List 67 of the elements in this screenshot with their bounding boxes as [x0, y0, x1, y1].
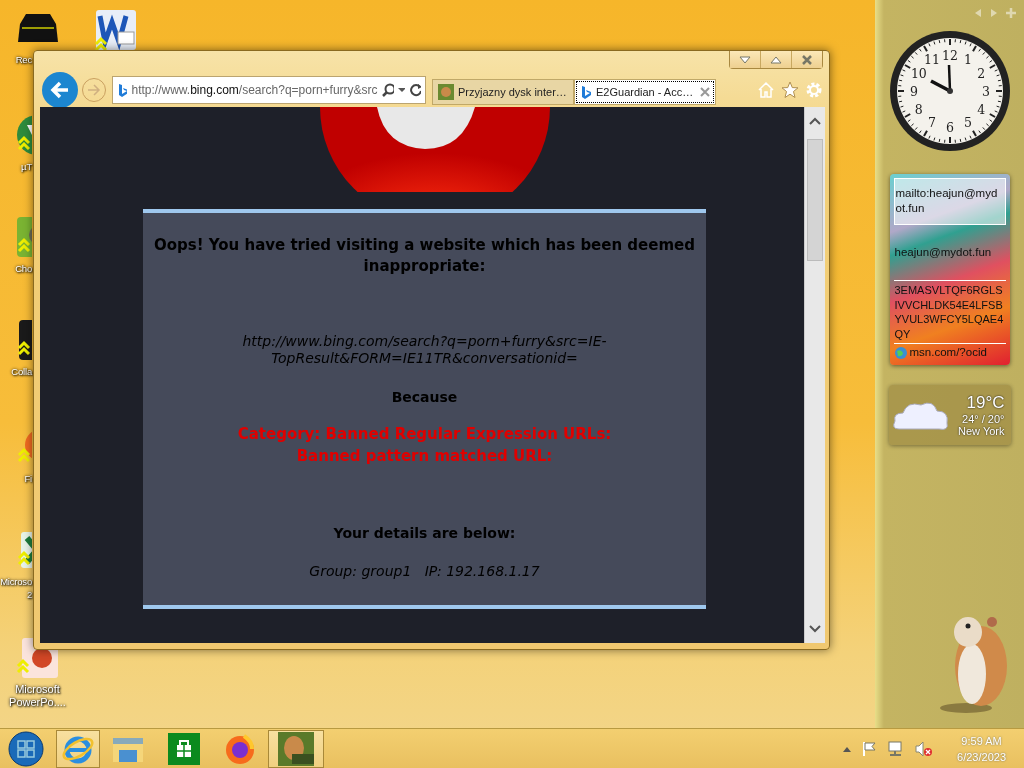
- note-text[interactable]: heajun@mydot.fun: [893, 225, 1006, 280]
- desktop-icon-label[interactable]: Colla: [11, 365, 32, 378]
- clock-numeral: 12: [941, 47, 958, 63]
- close-tab-icon[interactable]: [700, 87, 710, 97]
- clock-hands-drawing: [929, 64, 953, 94]
- clock-numeral: 6: [945, 119, 954, 135]
- back-arrow-icon: [50, 81, 70, 99]
- clock-numeral: 7: [927, 114, 936, 130]
- block-heading: Oops! You have tried visiting a website which has been deemed inappropriate:: [153, 235, 696, 277]
- clock-numeral: 5: [963, 114, 972, 130]
- browser-tab[interactable]: E2Guardian - Acc…: [574, 79, 716, 105]
- note-text[interactable]: 3EMASVLTQF6RGLSIVVCHLDK54E4LFSBYVUL3WFCY5LQAE4QY: [893, 280, 1006, 344]
- note-text[interactable]: mailto:heajun@mydot.fun: [893, 178, 1006, 225]
- browser-tab[interactable]: Przyjazny dysk inter…: [432, 79, 574, 105]
- block-reason: Banned pattern matched URL:: [296, 447, 553, 465]
- clock-numeral: 2: [976, 65, 985, 81]
- back-button[interactable]: [42, 72, 78, 108]
- details-heading: Your details are below:: [333, 525, 516, 541]
- close-icon: [801, 54, 813, 65]
- msn-link[interactable]: msn.com/?ocid: [909, 345, 987, 360]
- document-icon[interactable]: [93, 8, 138, 52]
- refresh-icon[interactable]: [408, 83, 421, 97]
- scrollbar[interactable]: [804, 107, 825, 643]
- clock-numeral: 11: [923, 52, 940, 68]
- clock-numeral: 8: [914, 101, 923, 117]
- desktop-icon-label[interactable]: Rec: [0, 53, 32, 66]
- close-button[interactable]: [791, 51, 822, 68]
- address-bar[interactable]: http://www.bing.com/search?q=porn+furry&src: [112, 76, 426, 104]
- desktop-icon-label[interactable]: µT: [21, 160, 32, 173]
- city-name: New York: [958, 425, 1005, 437]
- scroll-down-icon[interactable]: [808, 623, 822, 635]
- clock-date[interactable]: 6/23/2023: [957, 748, 1006, 765]
- minimize-icon: [739, 55, 751, 64]
- temperature: 19°C: [966, 393, 1005, 413]
- user-details: Group: group1 IP: 192.168.1.17: [309, 563, 540, 579]
- forward-arrow-icon: [87, 84, 101, 96]
- scroll-up-icon[interactable]: [808, 115, 822, 127]
- block-reason: Category: Banned Regular Expression URLs:: [237, 425, 612, 443]
- globe-icon: [893, 345, 908, 360]
- temperature-range: 24° / 20°: [962, 413, 1005, 425]
- desktop-icon-label[interactable]: Microso 2: [0, 575, 32, 601]
- maximize-button[interactable]: [760, 51, 791, 68]
- clock-time[interactable]: 9:59 AM: [961, 732, 1002, 749]
- maximize-icon: [770, 55, 782, 64]
- start-button[interactable]: [6, 728, 46, 768]
- scroll-thumb[interactable]: [807, 139, 823, 261]
- bing-logo-icon: [117, 82, 128, 98]
- desktop-icon-label[interactable]: Microsoft PowerPo....: [9, 683, 66, 709]
- clock-numeral: 10: [910, 65, 927, 81]
- bing-logo-icon: [580, 84, 592, 100]
- because-label: Because: [391, 389, 458, 405]
- desktop-icon-label[interactable]: Fi: [24, 472, 32, 485]
- app-icon[interactable]: [15, 318, 32, 362]
- clock-numeral: 4: [976, 101, 985, 117]
- desktop-icon-label[interactable]: Cho: [15, 262, 32, 275]
- clock-numeral: 1: [963, 52, 972, 68]
- clock-numeral: 3: [981, 83, 990, 99]
- show-hidden-icons-icon[interactable]: [843, 745, 852, 752]
- taskbar-button[interactable]: [268, 729, 324, 768]
- dropdown-icon[interactable]: [397, 87, 405, 93]
- blocked-url: http://www.bing.com/search?q=porn+furry&src=IE-TopResult&FORM=IE11TR&conversationid=: [241, 333, 608, 367]
- star-icon[interactable]: [781, 81, 799, 99]
- store-icon: [168, 732, 200, 765]
- flag-icon[interactable]: [861, 740, 878, 757]
- clock-numeral: 9: [909, 83, 918, 99]
- search-icon[interactable]: [381, 83, 394, 97]
- muted-speaker-icon[interactable]: [915, 740, 934, 757]
